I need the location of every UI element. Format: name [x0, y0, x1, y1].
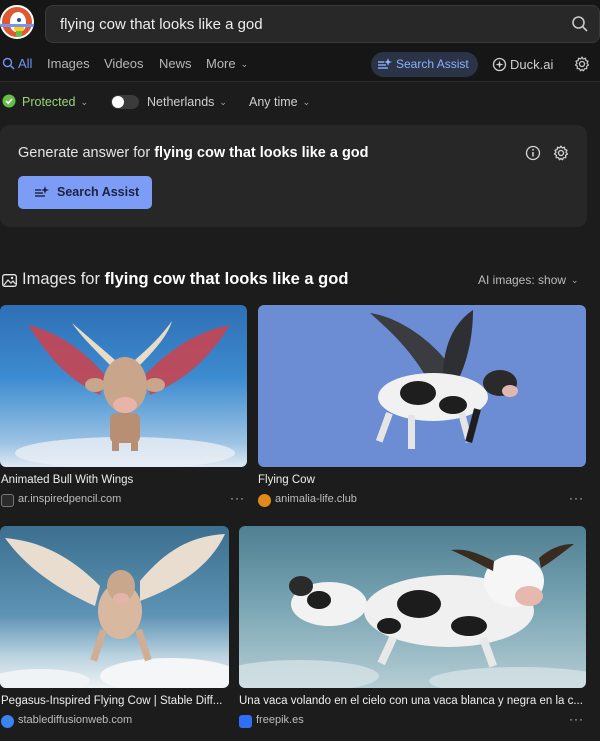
tab-more[interactable]: More ⌄	[206, 55, 248, 77]
assist-settings-gear-icon[interactable]	[553, 145, 569, 161]
result-source-label: ar.inspiredpencil.com	[18, 493, 122, 505]
more-options-icon[interactable]: ···	[569, 491, 584, 505]
generate-answer-text: Generate answer for flying cow that look…	[18, 145, 369, 161]
result-source[interactable]: freepik.es	[239, 714, 304, 728]
image-result[interactable]: Animated Bull With Wings ar.inspiredpenc…	[0, 305, 248, 513]
sparkle-icon	[35, 186, 49, 197]
search-assist-label: Search Assist	[396, 57, 469, 71]
generate-answer-card: Generate answer for flying cow that look…	[0, 125, 587, 227]
result-thumbnail[interactable]	[239, 526, 586, 688]
time-dropdown[interactable]: Any time ⌄	[249, 93, 310, 111]
result-source-label: stablediffusionweb.com	[18, 714, 133, 726]
ai-images-label: AI images: show	[478, 273, 567, 287]
result-thumbnail[interactable]	[258, 305, 586, 467]
more-options-icon[interactable]: ···	[230, 491, 245, 505]
more-options-icon[interactable]: ···	[569, 712, 584, 726]
tab-news[interactable]: News	[159, 55, 192, 77]
search-box[interactable]	[45, 5, 600, 43]
flying-cows-sky-illustration	[239, 544, 586, 688]
result-source[interactable]: ar.inspiredpencil.com	[1, 493, 122, 507]
image-result[interactable]: Una vaca volando en el cielo con una vac…	[239, 526, 586, 734]
tab-images[interactable]: Images	[47, 55, 90, 77]
settings-gear-icon[interactable]	[574, 56, 590, 72]
chevron-down-icon: ⌄	[240, 59, 249, 69]
result-source-label: animalia-life.club	[275, 493, 357, 505]
top-bar: All Images Videos News More ⌄ Search Assi…	[0, 0, 600, 82]
images-section-heading[interactable]: Images for flying cow that looks like a …	[2, 270, 348, 289]
region-toggle[interactable]	[111, 95, 139, 109]
chevron-down-icon: ⌄	[302, 97, 311, 107]
search-assist-button-label: Search Assist	[57, 185, 140, 199]
flying-cow-illustration	[370, 310, 518, 449]
image-result[interactable]: Flying Cow animalia-life.club ···	[258, 305, 586, 513]
image-icon	[2, 274, 17, 287]
generate-prefix: Generate answer for	[18, 145, 155, 161]
generate-query: flying cow that looks like a god	[154, 145, 369, 161]
result-thumbnail[interactable]	[0, 305, 247, 467]
tab-all[interactable]: All	[2, 55, 32, 77]
result-caption[interactable]: Animated Bull With Wings	[1, 474, 241, 486]
chevron-down-icon: ⌄	[571, 275, 579, 285]
toggle-knob	[112, 96, 124, 108]
info-icon[interactable]	[525, 145, 541, 161]
ai-images-dropdown[interactable]: AI images: show ⌄	[478, 273, 579, 287]
duckai-label: Duck.ai	[510, 57, 554, 72]
pegasus-cow-illustration	[0, 534, 229, 688]
result-caption[interactable]: Una vaca volando en el cielo con una vac…	[239, 695, 586, 707]
duckai-link[interactable]: Duck.ai	[492, 56, 553, 73]
result-source[interactable]: stablediffusionweb.com	[1, 714, 133, 728]
result-caption[interactable]: Flying Cow	[258, 474, 558, 486]
duckai-icon	[492, 57, 507, 72]
duckduckgo-logo[interactable]	[0, 5, 34, 39]
filter-bar: Protected ⌄ Netherlands ⌄ Any time ⌄	[0, 93, 600, 113]
search-icon	[2, 57, 15, 70]
search-input[interactable]	[60, 6, 560, 42]
image-result[interactable]: Pegasus-Inspired Flying Cow | Stable Dif…	[0, 526, 230, 734]
result-source-label: freepik.es	[256, 714, 304, 726]
winged-bull-illustration	[15, 321, 235, 467]
result-source[interactable]: animalia-life.club	[258, 493, 357, 507]
protected-label: Protected	[22, 95, 76, 109]
search-assist-pill[interactable]: Search Assist	[371, 52, 478, 77]
check-circle-icon	[2, 94, 16, 108]
tab-label: More	[206, 56, 236, 71]
images-prefix: Images for	[22, 270, 105, 288]
result-thumbnail[interactable]	[0, 526, 229, 688]
chevron-down-icon: ⌄	[80, 97, 89, 107]
tab-label: All	[18, 56, 33, 71]
freepik-favicon-icon	[239, 715, 252, 728]
region-label: Netherlands	[147, 95, 215, 109]
sparkle-icon	[378, 58, 392, 69]
time-label: Any time	[249, 95, 298, 109]
active-tab-indicator	[0, 24, 34, 27]
animalia-favicon-icon	[258, 494, 271, 507]
result-caption[interactable]: Pegasus-Inspired Flying Cow | Stable Dif…	[1, 695, 229, 707]
search-icon[interactable]	[571, 15, 589, 33]
search-assist-button[interactable]: Search Assist	[18, 176, 152, 209]
tab-videos[interactable]: Videos	[104, 55, 144, 77]
images-query: flying cow that looks like a god	[104, 270, 349, 288]
chevron-down-icon: ⌄	[219, 97, 227, 107]
region-dropdown[interactable]: Netherlands ⌄	[147, 93, 227, 111]
stablediffusion-favicon-icon	[1, 715, 14, 728]
gamepad-favicon-icon	[1, 494, 14, 507]
safe-search-dropdown[interactable]: Protected ⌄	[2, 93, 88, 111]
